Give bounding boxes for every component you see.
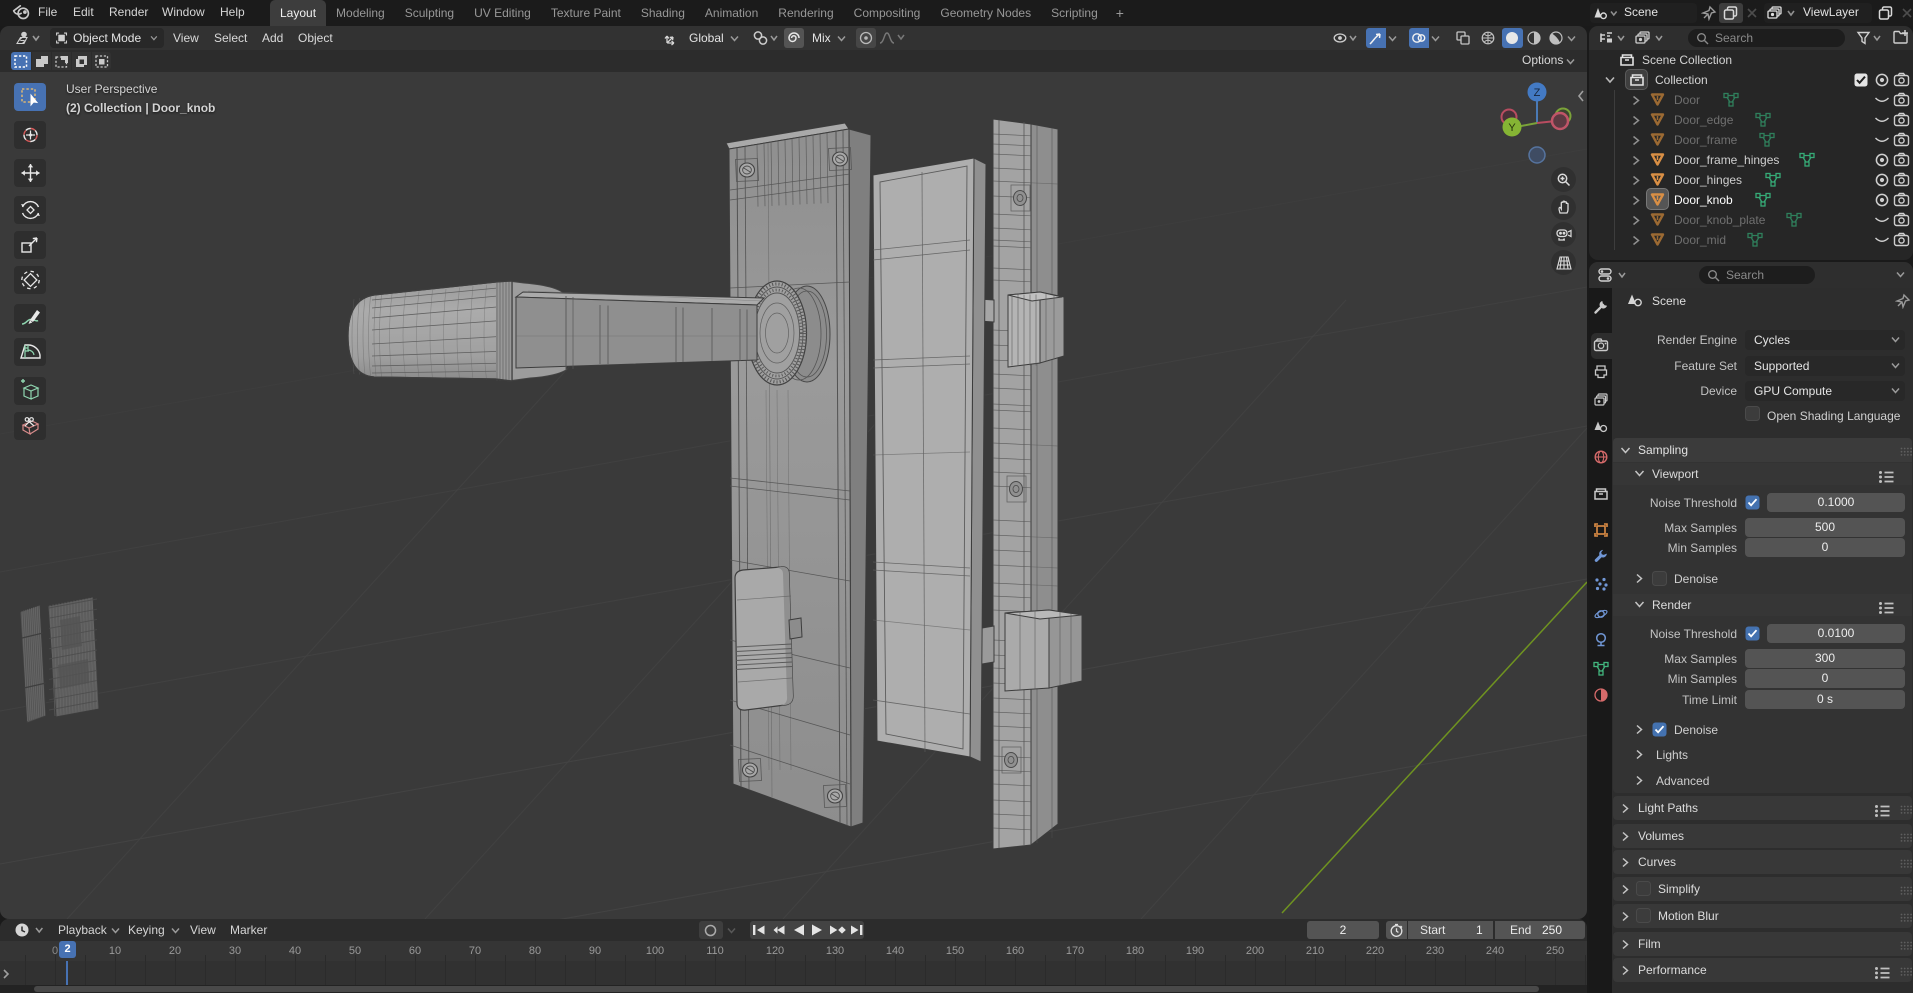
svg-text:Y: Y bbox=[1508, 122, 1516, 134]
svg-text:Z: Z bbox=[1534, 87, 1541, 99]
